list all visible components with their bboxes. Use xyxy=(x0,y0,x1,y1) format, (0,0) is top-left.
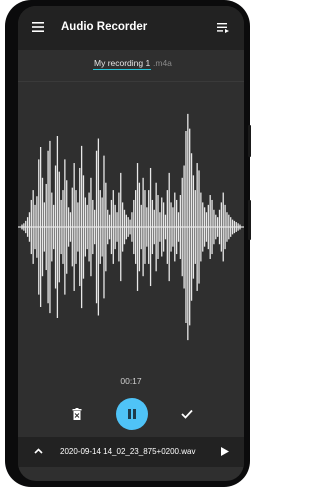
chevron-up-icon[interactable] xyxy=(34,448,43,454)
waveform xyxy=(18,102,244,352)
power-button xyxy=(248,200,251,240)
playlist-icon[interactable] xyxy=(217,23,229,33)
elapsed-time: 00:17 xyxy=(120,376,142,386)
check-icon[interactable] xyxy=(181,409,193,419)
waveform-graphic xyxy=(18,113,244,341)
phone-frame: Audio Recorder My recording 1 .m4a 00:17 xyxy=(5,0,251,487)
app-bar: Audio Recorder xyxy=(18,6,244,50)
app-title: Audio Recorder xyxy=(61,21,148,33)
delete-icon[interactable] xyxy=(72,408,82,420)
last-recording-name[interactable]: 2020-09-14 14_02_23_875+0200.wav xyxy=(60,447,195,456)
app-screen: Audio Recorder My recording 1 .m4a 00:17 xyxy=(18,6,244,481)
filename-input[interactable]: My recording 1 xyxy=(93,58,152,70)
pause-icon xyxy=(128,409,136,419)
file-extension: .m4a xyxy=(153,58,172,68)
play-icon[interactable] xyxy=(221,447,229,456)
volume-button xyxy=(248,125,251,157)
menu-icon[interactable] xyxy=(32,22,44,32)
pause-button[interactable] xyxy=(116,398,148,430)
